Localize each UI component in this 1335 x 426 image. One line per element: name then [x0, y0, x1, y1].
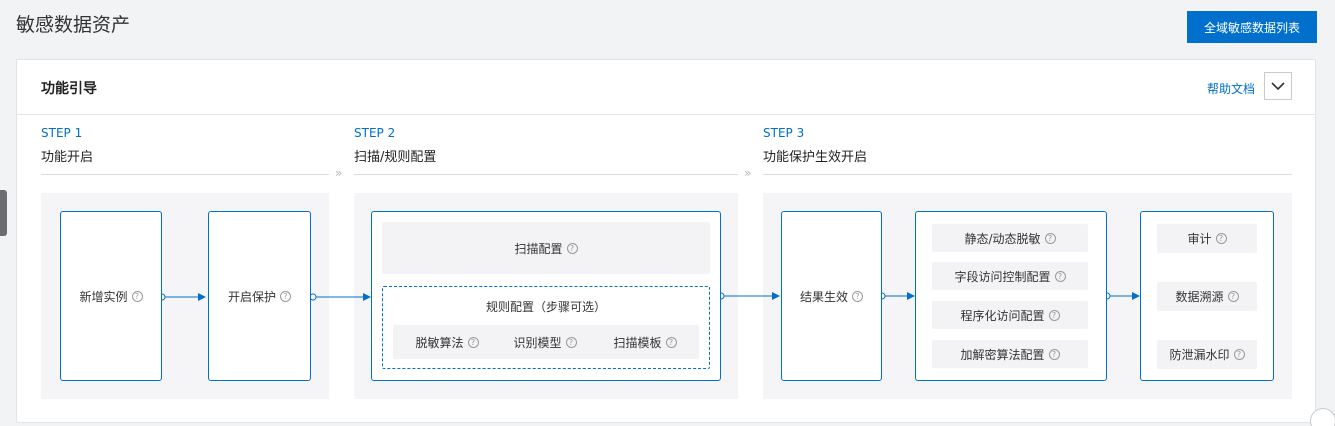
assistant-icon[interactable] — [1310, 408, 1335, 426]
help-icon[interactable]: ? — [1215, 233, 1227, 244]
help-icon[interactable]: ? — [1048, 348, 1060, 360]
audit-label: 审计 — [1187, 232, 1212, 246]
audit-card: 审计? 数据溯源? 防泄漏水印? — [1140, 211, 1274, 381]
watermark-item[interactable]: 防泄漏水印? — [1157, 340, 1257, 369]
recognition-model-label: 识别模型 — [513, 335, 562, 350]
result-effective-card[interactable]: 结果生效? — [781, 211, 882, 381]
scan-config-box[interactable]: 扫描配置? — [382, 222, 710, 274]
side-collapse-handle[interactable] — [0, 190, 7, 236]
help-icon[interactable]: ? — [1048, 309, 1060, 321]
help-icon[interactable]: ? — [852, 290, 863, 302]
masking-label: 静态/动态脱敏 — [964, 231, 1041, 246]
audit-item[interactable]: 审计? — [1157, 224, 1257, 253]
data-trace-label: 数据溯源 — [1175, 290, 1224, 304]
help-icon[interactable]: ? — [280, 290, 291, 302]
all-sensitive-data-list-button[interactable]: 全域敏感数据列表 — [1187, 11, 1317, 43]
add-instance-label: 新增实例 — [79, 289, 128, 304]
recognition-model-item[interactable]: 识别模型? — [499, 325, 591, 359]
scan-template-label: 扫描模板 — [613, 335, 662, 350]
scan-rule-card: 扫描配置? 规则配置（步骤可选） 脱敏算法? 识别模型? 扫描模板? — [371, 211, 721, 381]
help-icon[interactable]: ? — [131, 290, 143, 302]
scan-template-item[interactable]: 扫描模板? — [599, 325, 691, 359]
page: 敏感数据资产 全域敏感数据列表 功能引导 帮助文档 STEP 1 功能开启 » … — [0, 0, 1335, 426]
watermark-label: 防泄漏水印 — [1169, 348, 1230, 362]
enable-protection-label: 开启保护 — [227, 289, 276, 304]
page-title: 敏感数据资产 — [16, 14, 131, 36]
help-icon[interactable]: ? — [665, 336, 677, 348]
field-access-label: 字段访问控制配置 — [954, 269, 1051, 284]
help-icon[interactable]: ? — [1233, 349, 1245, 360]
programmatic-access-item[interactable]: 程序化访问配置? — [932, 301, 1088, 329]
encryption-label: 加解密算法配置 — [960, 347, 1045, 362]
programmatic-access-label: 程序化访问配置 — [960, 308, 1045, 323]
field-access-item[interactable]: 字段访问控制配置? — [932, 262, 1088, 290]
data-trace-item[interactable]: 数据溯源? — [1157, 282, 1257, 311]
rule-items-box: 脱敏算法? 识别模型? 扫描模板? — [393, 325, 699, 359]
result-effective-label: 结果生效 — [799, 289, 848, 304]
enable-protection-card[interactable]: 开启保护? — [208, 211, 311, 381]
add-instance-card[interactable]: 新增实例? — [60, 211, 162, 381]
access-control-card: 静态/动态脱敏? 字段访问控制配置? 程序化访问配置? 加解密算法配置? — [915, 211, 1107, 381]
help-icon[interactable]: ? — [565, 336, 577, 348]
masking-item[interactable]: 静态/动态脱敏? — [932, 224, 1088, 252]
help-icon[interactable]: ? — [1227, 291, 1239, 302]
scan-config-label: 扫描配置 — [514, 241, 563, 256]
encryption-item[interactable]: 加解密算法配置? — [932, 340, 1088, 368]
masking-algorithm-label: 脱敏算法 — [415, 335, 464, 350]
help-icon[interactable]: ? — [566, 242, 578, 254]
help-icon[interactable]: ? — [1044, 232, 1056, 244]
masking-algorithm-item[interactable]: 脱敏算法? — [401, 325, 493, 359]
rule-config-box: 规则配置（步骤可选） 脱敏算法? 识别模型? 扫描模板? — [382, 286, 710, 369]
guide-panel: 功能引导 帮助文档 STEP 1 功能开启 » STEP 2 扫描/规则配置 »… — [16, 59, 1316, 423]
rule-config-title: 规则配置（步骤可选） — [485, 299, 606, 314]
help-icon[interactable]: ? — [1054, 270, 1066, 282]
help-icon[interactable]: ? — [467, 336, 479, 348]
